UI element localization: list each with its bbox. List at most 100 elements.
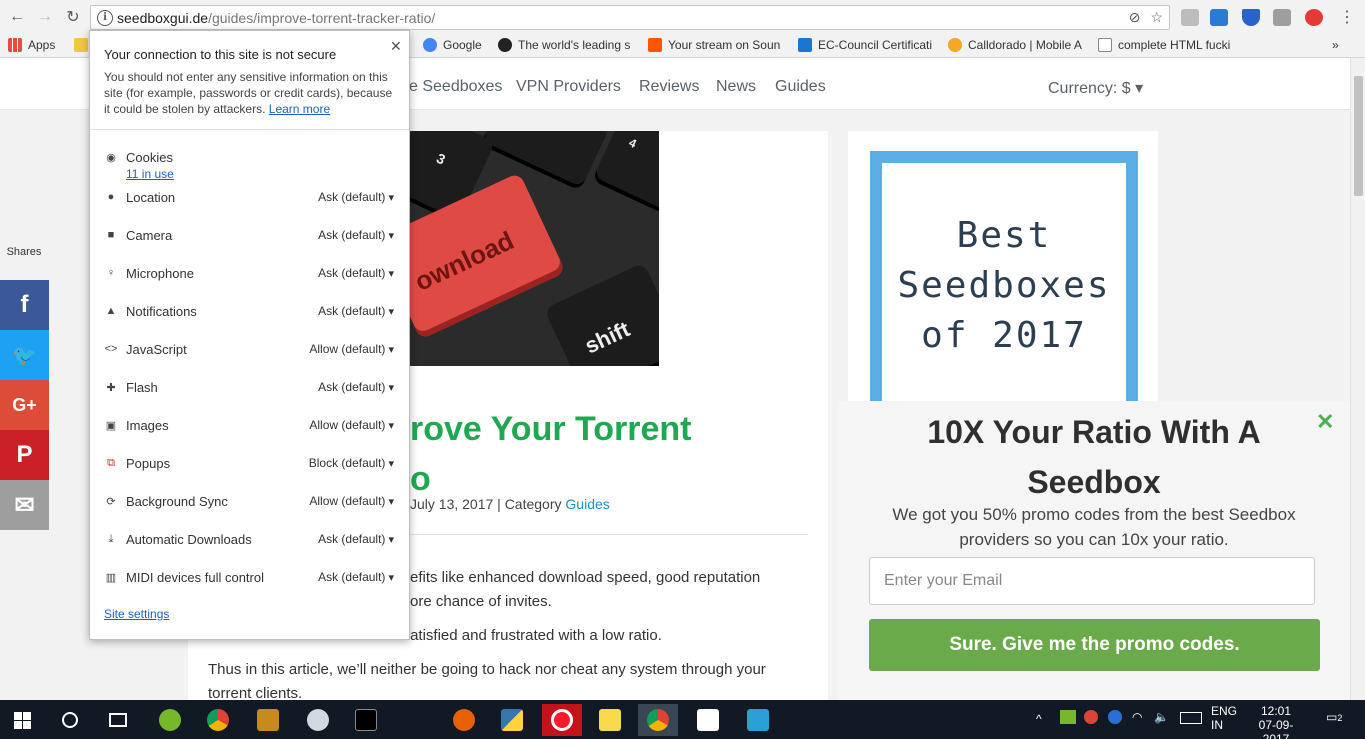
permission-select[interactable]: Allow (default): [309, 418, 394, 432]
bookmark-html[interactable]: complete HTML fucki: [1098, 38, 1238, 52]
flash-icon: ✚: [106, 381, 116, 394]
bookmark-ec-council[interactable]: EC-Council Certificati: [798, 38, 938, 52]
extension-icon[interactable]: [1181, 9, 1199, 26]
bookmark-google[interactable]: Google: [423, 38, 493, 52]
more-bookmarks-button[interactable]: »: [1332, 38, 1339, 52]
start-button[interactable]: [2, 704, 42, 736]
permission-select[interactable]: Ask (default): [318, 190, 394, 204]
csgo-icon: [257, 709, 279, 731]
forward-button[interactable]: →: [34, 6, 56, 28]
cookie-blocked-icon[interactable]: ⊘: [1129, 9, 1141, 26]
bookmark-calldorado[interactable]: Calldorado | Mobile A: [948, 38, 1088, 52]
windows-taskbar: ^ ◠ 🔈 ENG IN 12:01 07-09-2017 ▭2: [0, 700, 1365, 739]
get-promo-codes-button[interactable]: Sure. Give me the promo codes.: [869, 619, 1320, 671]
action-center-icon[interactable]: ▭2: [1326, 710, 1342, 724]
volume-icon[interactable]: 🔈: [1154, 710, 1169, 724]
permission-select[interactable]: Ask (default): [318, 266, 394, 280]
cookies-in-use-link[interactable]: 11 in use: [126, 167, 174, 181]
terminal-icon: [355, 709, 377, 731]
twitter-share-button[interactable]: 🐦: [0, 330, 49, 380]
permission-select[interactable]: Allow (default): [309, 494, 394, 508]
close-icon[interactable]: ✕: [390, 38, 402, 55]
chrome-tray-icon[interactable]: [1084, 710, 1098, 724]
permission-images: ▣ Images Allow (default): [104, 415, 394, 435]
best-seedboxes-ad[interactable]: Best Seedboxes of 2017: [870, 151, 1138, 411]
currency-selector[interactable]: Currency: $ ▾: [1048, 78, 1143, 98]
show-hidden-icons[interactable]: ^: [1036, 712, 1042, 726]
learn-more-link[interactable]: Learn more: [269, 102, 330, 116]
midi-icon: ▥: [105, 571, 117, 584]
sticky-notes-taskbar-item[interactable]: [590, 704, 630, 736]
address-bar[interactable]: i seedboxgui.de/guides/improve-torrent-t…: [90, 5, 1170, 30]
tray-icon[interactable]: [1108, 710, 1122, 724]
site-info-icon[interactable]: i: [97, 9, 113, 26]
camera-icon: ■: [107, 229, 115, 241]
bookmark-star-icon[interactable]: ☆: [1150, 9, 1163, 26]
utorrent-taskbar-item[interactable]: [150, 704, 190, 736]
clock[interactable]: 12:01 07-09-2017: [1248, 704, 1304, 739]
permission-select[interactable]: Ask (default): [318, 304, 394, 318]
page-scrollbar[interactable]: [1350, 58, 1365, 700]
permission-select[interactable]: Allow (default): [309, 342, 394, 356]
wifi-icon[interactable]: ◠: [1132, 710, 1142, 724]
task-view-button[interactable]: [98, 704, 138, 736]
document-taskbar-item[interactable]: [688, 704, 728, 736]
email-field[interactable]: [869, 557, 1315, 605]
language-indicator[interactable]: ENG IN: [1211, 704, 1237, 732]
search-button[interactable]: [50, 704, 90, 736]
permission-microphone: ♀ Microphone Ask (default): [104, 263, 394, 283]
nvidia-icon[interactable]: [1060, 710, 1076, 724]
download-icon: ⤓: [108, 532, 114, 545]
reload-button[interactable]: ↻: [62, 6, 84, 28]
nav-guides[interactable]: Guides: [775, 78, 826, 96]
permission-select[interactable]: Ask (default): [318, 532, 394, 546]
opera-icon: [551, 709, 573, 731]
menu-icon[interactable]: ⋮: [1336, 6, 1358, 28]
site-settings-link[interactable]: Site settings: [104, 607, 169, 621]
opera-taskbar-item[interactable]: [542, 704, 582, 736]
app-icon: [307, 709, 329, 731]
permission-midi: ▥ MIDI devices full control Ask (default): [104, 567, 394, 587]
extension-icon[interactable]: [1210, 9, 1228, 26]
chrome-taskbar-item[interactable]: [198, 704, 238, 736]
keyboard-icon[interactable]: [1180, 712, 1202, 724]
cmd-taskbar-item[interactable]: [346, 704, 386, 736]
facebook-share-button[interactable]: f: [0, 280, 49, 330]
hero-image: 3 4 ownload shift: [410, 131, 659, 366]
email-share-button[interactable]: ✉: [0, 480, 49, 530]
bookmark-folder[interactable]: [74, 38, 88, 52]
scroll-thumb[interactable]: [1354, 76, 1363, 196]
divider: [90, 129, 409, 130]
google-plus-share-button[interactable]: G+: [0, 380, 49, 430]
nav-vpn-providers[interactable]: VPN Providers: [516, 78, 621, 96]
pinterest-share-button[interactable]: P: [0, 430, 49, 480]
windows-icon: [13, 711, 31, 729]
permission-select[interactable]: Ask (default): [318, 570, 394, 584]
javascript-icon: <>: [104, 343, 118, 355]
permission-select[interactable]: Ask (default): [318, 228, 394, 242]
permission-select[interactable]: Block (default): [309, 456, 394, 470]
bookmark-apps[interactable]: Apps: [8, 38, 55, 52]
chrome-active-taskbar-item[interactable]: [638, 704, 678, 736]
article-title: rove Your Torrent o: [410, 410, 692, 498]
close-icon[interactable]: ✕: [1316, 409, 1334, 435]
connection-warning-title: Your connection to this site is not secu…: [104, 47, 337, 62]
csgo-taskbar-item[interactable]: [248, 704, 288, 736]
firefox-taskbar-item[interactable]: [444, 704, 484, 736]
python-taskbar-item[interactable]: [492, 704, 532, 736]
bookmark-soundcloud[interactable]: Your stream on Soun: [648, 38, 786, 52]
category-link[interactable]: Guides: [565, 496, 609, 512]
nav-news[interactable]: News: [716, 78, 756, 96]
camera-extension-icon[interactable]: [1273, 9, 1291, 26]
nav-reviews[interactable]: Reviews: [639, 78, 699, 96]
soundcloud-icon: [648, 38, 662, 52]
shift-key: shift: [544, 262, 659, 366]
extension-icon[interactable]: [1305, 9, 1323, 26]
back-button[interactable]: ←: [6, 6, 28, 28]
app-taskbar-item[interactable]: [738, 704, 778, 736]
nav-seedboxes[interactable]: e Seedboxes: [409, 78, 502, 96]
app-taskbar-item[interactable]: [298, 704, 338, 736]
permission-select[interactable]: Ask (default): [318, 380, 394, 394]
bookmark-github[interactable]: The world's leading s: [498, 38, 636, 52]
shield-extension-icon[interactable]: [1242, 9, 1260, 26]
